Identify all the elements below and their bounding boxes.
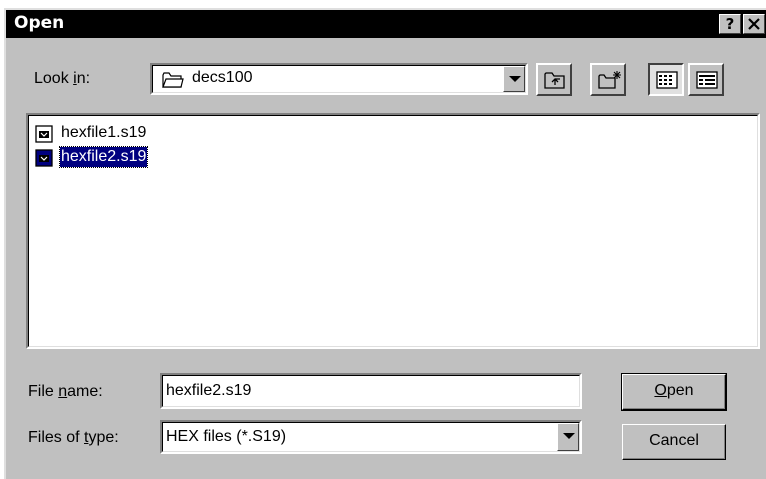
file-type-combo[interactable]: HEX files (*.S19) xyxy=(160,420,582,454)
title-bar[interactable]: Open ? xyxy=(6,10,766,38)
help-button[interactable]: ? xyxy=(719,14,741,34)
close-button[interactable] xyxy=(743,14,765,34)
file-type-value: HEX files (*.S19) xyxy=(166,428,287,445)
details-view-icon xyxy=(696,71,718,89)
up-folder-icon xyxy=(544,72,565,89)
look-in-dropdown-arrow[interactable] xyxy=(503,66,525,92)
list-view-icon xyxy=(656,71,678,89)
document-icon xyxy=(35,125,53,143)
file-name-text: hexfile1.s19 xyxy=(61,124,147,141)
details-view-button[interactable] xyxy=(688,63,724,96)
list-view-button[interactable] xyxy=(648,63,684,96)
new-folder-icon xyxy=(598,71,621,89)
look-in-label: Look in: xyxy=(34,70,91,87)
look-in-combo[interactable]: decs100 xyxy=(150,63,528,95)
file-type-label: Files of type: xyxy=(28,429,119,446)
cancel-button[interactable]: Cancel xyxy=(622,424,726,460)
file-list[interactable]: hexfile1.s19 hexfile2.s19 xyxy=(26,113,760,349)
file-type-dropdown-arrow[interactable] xyxy=(557,423,579,451)
open-button[interactable]: Open xyxy=(621,373,727,411)
create-new-folder-button[interactable] xyxy=(590,63,626,96)
open-dialog: Open ? Look in: decs100 hexfile1.s19 hex… xyxy=(4,8,766,479)
close-icon xyxy=(748,18,760,30)
file-name-text: hexfile2.s19 xyxy=(58,146,149,168)
file-name-label: File name: xyxy=(28,383,103,400)
dialog-title: Open xyxy=(14,13,65,33)
file-name-field[interactable]: hexfile2.s19 xyxy=(160,373,582,409)
document-icon xyxy=(35,149,53,167)
file-name-value: hexfile2.s19 xyxy=(166,382,252,399)
look-in-value: decs100 xyxy=(192,69,253,86)
folder-icon xyxy=(162,72,184,88)
up-one-level-button[interactable] xyxy=(536,63,572,96)
